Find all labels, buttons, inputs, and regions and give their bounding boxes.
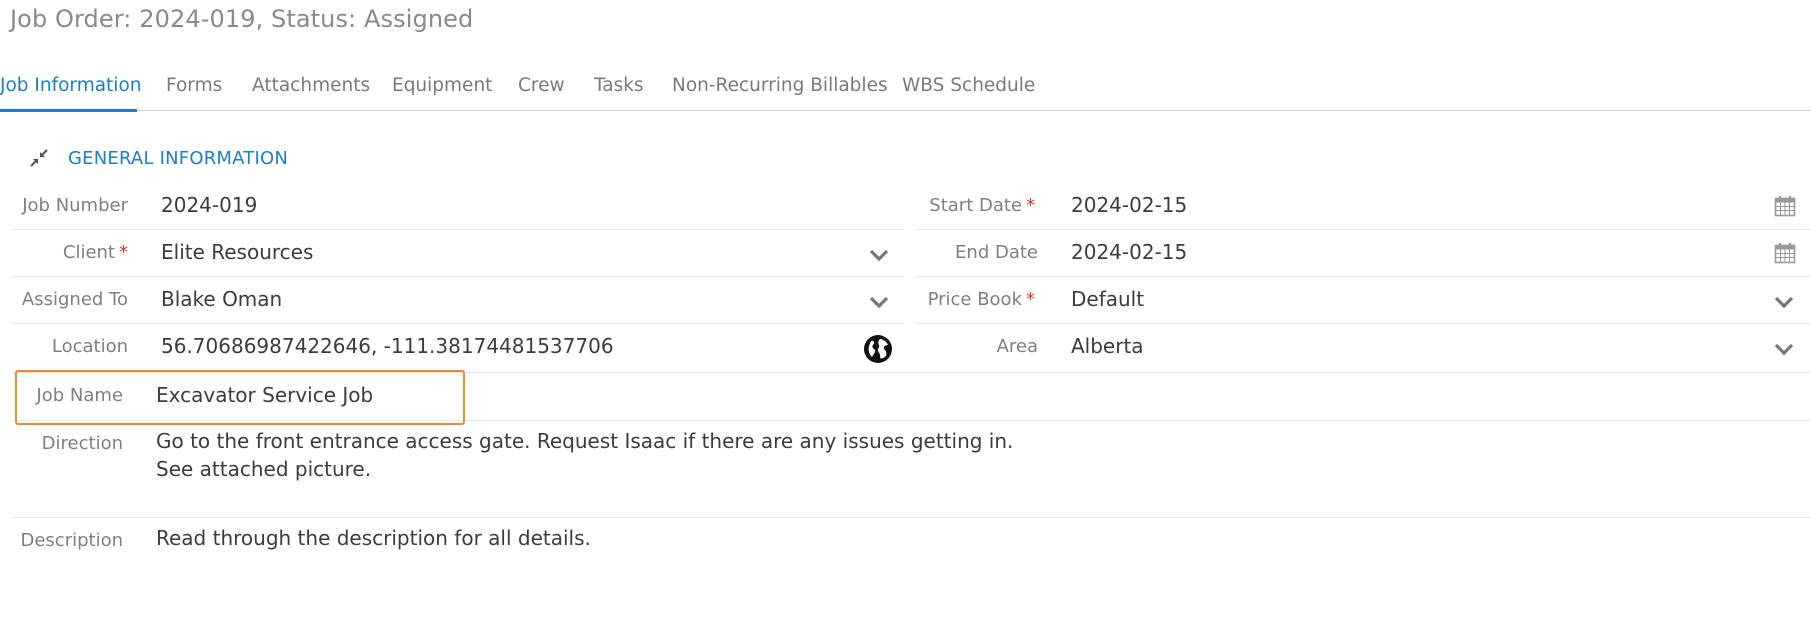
start-date-label: Start Date * xyxy=(920,195,1035,216)
tab-label: Attachments xyxy=(252,75,371,96)
end-date-label: End Date xyxy=(955,242,1038,263)
tab-bar: Job Information Forms Attachments Equipm… xyxy=(0,68,1811,112)
globe-icon[interactable] xyxy=(863,334,893,364)
direction-label: Direction xyxy=(41,433,123,454)
direction-line-2[interactable]: See attached picture. xyxy=(156,457,371,481)
tab-non-recurring-billables[interactable]: Non-Recurring Billables xyxy=(672,75,888,111)
section-title: GENERAL INFORMATION xyxy=(68,147,288,169)
tab-tasks[interactable]: Tasks xyxy=(594,75,644,111)
direction-line-1[interactable]: Go to the front entrance access gate. Re… xyxy=(156,429,1013,453)
end-date-value[interactable]: 2024-02-15 xyxy=(1071,240,1187,264)
tab-wbs-schedule[interactable]: WBS Schedule xyxy=(902,75,1035,111)
description-label: Description xyxy=(20,530,123,551)
start-date-value[interactable]: 2024-02-15 xyxy=(1071,193,1187,217)
calendar-icon[interactable] xyxy=(1774,195,1796,217)
row-divider xyxy=(12,276,904,277)
chevron-down-icon[interactable] xyxy=(869,248,889,262)
row-divider xyxy=(12,229,904,230)
tab-forms[interactable]: Forms xyxy=(166,75,222,111)
tab-label: Non-Recurring Billables xyxy=(672,75,888,96)
start-date-label-text: Start Date xyxy=(929,195,1022,216)
page-title: Job Order: 2024-019, Status: Assigned xyxy=(10,5,474,33)
tab-label: Crew xyxy=(518,75,565,96)
chevron-down-icon[interactable] xyxy=(869,295,889,309)
assigned-to-label: Assigned To xyxy=(21,289,128,310)
area-select-value[interactable]: Alberta xyxy=(1071,334,1144,358)
client-select-value[interactable]: Elite Resources xyxy=(161,240,313,264)
collapse-icon[interactable] xyxy=(30,149,48,167)
chevron-down-icon[interactable] xyxy=(1774,342,1794,356)
job-number-label: Job Number xyxy=(22,195,128,216)
area-label: Area xyxy=(996,336,1038,357)
row-divider xyxy=(916,323,1811,324)
calendar-icon[interactable] xyxy=(1774,242,1796,264)
highlight-box xyxy=(15,370,465,425)
required-marker: * xyxy=(119,242,128,263)
required-marker: * xyxy=(1026,195,1035,216)
tab-label: Job Information xyxy=(0,75,142,96)
price-book-label-text: Price Book xyxy=(927,289,1022,310)
chevron-down-icon[interactable] xyxy=(1774,295,1794,309)
tab-attachments[interactable]: Attachments xyxy=(252,75,370,111)
client-label: Client * xyxy=(20,242,128,263)
price-book-select-value[interactable]: Default xyxy=(1071,287,1144,311)
row-divider xyxy=(916,276,1811,277)
required-marker: * xyxy=(1026,289,1035,310)
tab-crew[interactable]: Crew xyxy=(518,75,565,111)
location-value[interactable]: 56.70686987422646, -111.38174481537706 xyxy=(161,334,614,358)
section-header-general-information: GENERAL INFORMATION xyxy=(30,146,288,170)
tab-label: Equipment xyxy=(392,75,493,96)
location-label: Location xyxy=(51,336,128,357)
job-number-value[interactable]: 2024-019 xyxy=(161,193,257,217)
tab-job-information[interactable]: Job Information xyxy=(0,75,142,112)
tab-label: Forms xyxy=(166,75,223,96)
tab-equipment[interactable]: Equipment xyxy=(392,75,492,111)
row-divider xyxy=(12,517,1811,518)
row-divider xyxy=(916,229,1811,230)
client-label-text: Client xyxy=(62,242,115,263)
assigned-to-select-value[interactable]: Blake Oman xyxy=(161,287,282,311)
tab-label: Tasks xyxy=(594,75,644,96)
tab-label: WBS Schedule xyxy=(902,75,1036,96)
price-book-label: Price Book * xyxy=(920,289,1035,310)
description-value[interactable]: Read through the description for all det… xyxy=(156,526,591,550)
active-tab-indicator xyxy=(0,109,137,112)
row-divider xyxy=(12,323,904,324)
